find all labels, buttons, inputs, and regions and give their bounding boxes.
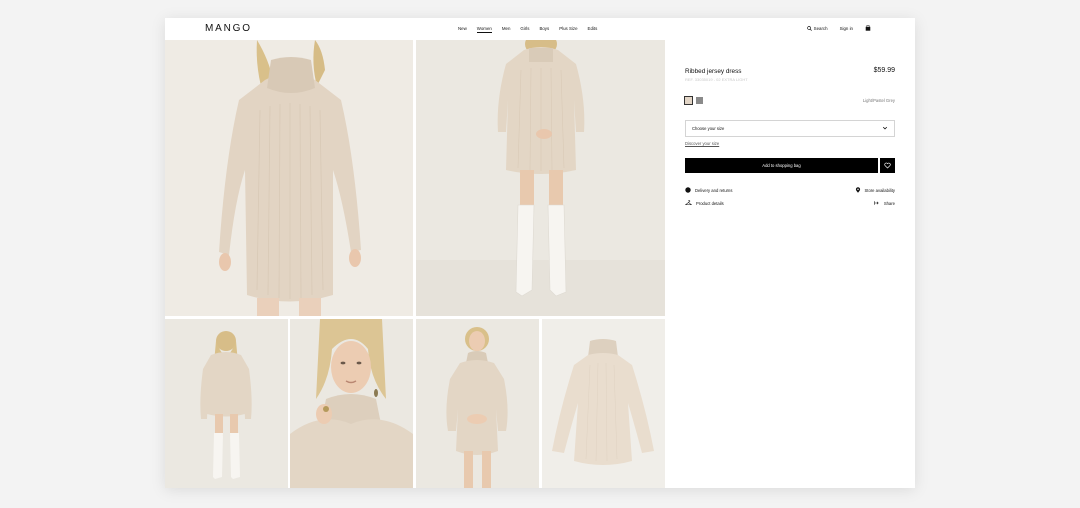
- share-link[interactable]: Share: [874, 200, 895, 206]
- share-icon: [874, 201, 879, 205]
- store-availability-label: Store availability: [864, 187, 896, 193]
- favorite-button[interactable]: [880, 158, 895, 173]
- search-label: Search: [813, 25, 828, 31]
- signin-link[interactable]: Sign in: [840, 26, 853, 31]
- share-label: Share: [883, 200, 895, 206]
- product-photo-front-closeup[interactable]: [165, 40, 413, 316]
- location-pin-icon: [855, 187, 860, 193]
- header-tools: Search Sign in: [795, 25, 873, 31]
- main-nav: New Women Men Girls Boys Plus Size Edits: [458, 26, 607, 33]
- shopping-bag-button[interactable]: [865, 25, 873, 31]
- search-icon: [806, 25, 812, 31]
- product-photo-flat[interactable]: [542, 319, 665, 488]
- nav-women[interactable]: Women: [476, 26, 492, 33]
- search-button[interactable]: Search: [806, 25, 828, 31]
- product-details-link[interactable]: Product details: [685, 200, 724, 206]
- swatch-grey[interactable]: [696, 97, 703, 104]
- delivery-returns-link[interactable]: Delivery and returns: [685, 187, 732, 193]
- nav-edits[interactable]: Edits: [588, 26, 598, 33]
- discover-size-link[interactable]: Discover your size: [685, 141, 719, 146]
- size-select-label: Choose your size: [692, 125, 725, 131]
- nav-plus-size[interactable]: Plus Size: [559, 26, 577, 33]
- color-swatches: [683, 95, 703, 106]
- site-header: MANGO New Women Men Girls Boys Plus Size…: [165, 18, 915, 40]
- product-price: $59.99: [873, 67, 895, 74]
- mango-logo[interactable]: MANGO: [205, 23, 252, 34]
- store-availability-link[interactable]: Store availability: [855, 187, 896, 193]
- nav-new[interactable]: New: [458, 26, 467, 33]
- shopping-bag-icon: [865, 25, 871, 31]
- product-photo-back[interactable]: [165, 319, 288, 488]
- product-gallery: [165, 40, 665, 488]
- product-reference: REF. 33035019 - 02 EXTRA LIGHT: [685, 77, 748, 82]
- heart-icon: [884, 162, 891, 169]
- product-details-panel: Ribbed jersey dress REF. 33035019 - 02 E…: [683, 40, 896, 488]
- product-photo-neck-detail[interactable]: [290, 319, 413, 488]
- size-select[interactable]: Choose your size: [685, 120, 895, 137]
- nav-men[interactable]: Men: [502, 26, 511, 33]
- browser-page: MANGO New Women Men Girls Boys Plus Size…: [165, 18, 915, 488]
- add-to-bag-button[interactable]: Add to shopping bag: [685, 158, 878, 173]
- product-details-label: Product details: [696, 200, 724, 206]
- nav-girls[interactable]: Girls: [520, 26, 529, 33]
- swatch-light-pastel-grey[interactable]: [683, 95, 694, 106]
- delivery-icon: [685, 187, 691, 193]
- hanger-icon: [685, 200, 692, 206]
- product-photo-full-body[interactable]: [416, 40, 665, 316]
- product-photo-front-pose[interactable]: [416, 319, 539, 488]
- delivery-returns-label: Delivery and returns: [695, 187, 733, 193]
- nav-boys[interactable]: Boys: [539, 26, 549, 33]
- product-title: Ribbed jersey dress: [685, 68, 742, 75]
- chevron-down-icon: [882, 126, 888, 130]
- selected-color-name: Light/Pastel Grey: [862, 98, 895, 103]
